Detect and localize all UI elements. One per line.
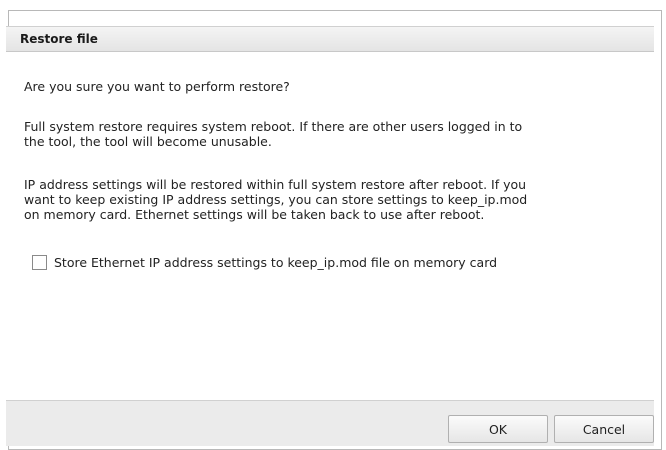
- info-line-1: IP address settings will be restored wit…: [24, 177, 527, 192]
- cancel-button[interactable]: Cancel: [554, 415, 654, 443]
- info-line-3: on memory card. Ethernet settings will b…: [24, 207, 485, 222]
- store-ip-checkbox-row[interactable]: Store Ethernet IP address settings to ke…: [32, 255, 497, 270]
- dialog-content: Are you sure you want to perform restore…: [6, 52, 654, 400]
- store-ip-checkbox-label[interactable]: Store Ethernet IP address settings to ke…: [54, 255, 497, 270]
- store-ip-checkbox[interactable]: [32, 255, 47, 270]
- ip-settings-info: IP address settings will be restored wit…: [24, 177, 624, 222]
- restore-question: Are you sure you want to perform restore…: [24, 79, 624, 94]
- warning-line-1: Full system restore requires system rebo…: [24, 119, 523, 134]
- info-line-2: want to keep existing IP address setting…: [24, 192, 528, 207]
- warning-line-2: the tool, the tool will become unusable.: [24, 134, 272, 149]
- dialog-title: Restore file: [20, 32, 98, 46]
- dialog-titlebar: Restore file: [6, 26, 654, 52]
- dialog-footer: OK Cancel: [6, 400, 654, 446]
- ok-button[interactable]: OK: [448, 415, 548, 443]
- reboot-warning: Full system restore requires system rebo…: [24, 119, 624, 149]
- question-text: Are you sure you want to perform restore…: [24, 79, 290, 94]
